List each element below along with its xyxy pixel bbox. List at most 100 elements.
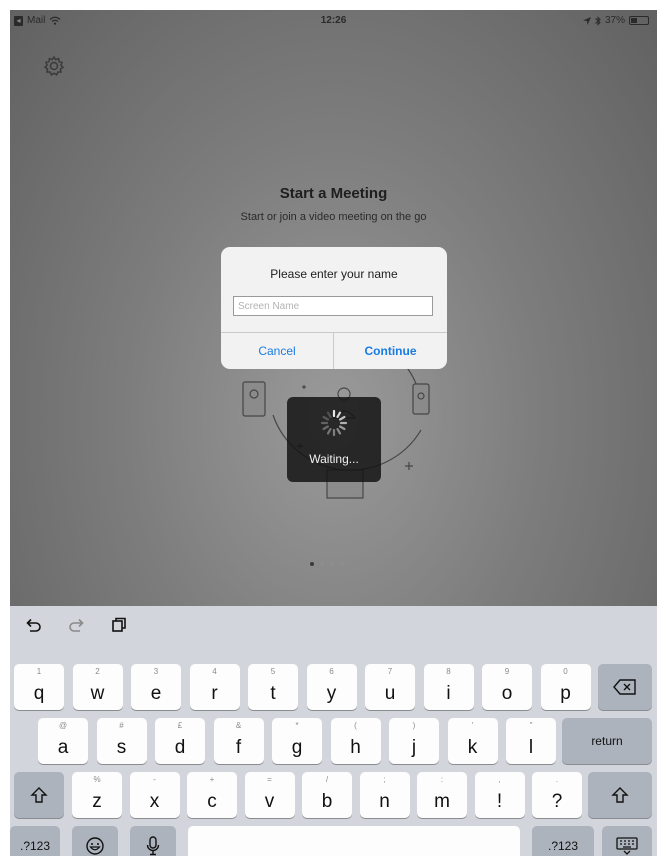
- key-alt-label: ,: [498, 775, 501, 784]
- return-key-label: return: [591, 734, 623, 748]
- numbers-key-left[interactable]: .?123: [10, 826, 60, 856]
- shift-key-right[interactable]: [588, 772, 652, 818]
- emoji-key[interactable]: [72, 826, 118, 856]
- key-h[interactable]: (h: [330, 718, 381, 764]
- key-label: !: [496, 791, 503, 812]
- cancel-button[interactable]: Cancel: [221, 333, 333, 369]
- app-screen: ◂ Mail 12:26 37% Start a Meeting Start o…: [10, 10, 657, 856]
- key-r[interactable]: 4r: [189, 664, 240, 710]
- key-v[interactable]: = v: [244, 772, 295, 818]
- undo-icon[interactable]: [24, 616, 42, 634]
- key-label: i: [446, 683, 451, 704]
- key-label: j: [411, 737, 417, 758]
- key-alt-label: ): [412, 721, 416, 730]
- key-label: g: [291, 737, 303, 758]
- key-label: v: [264, 791, 275, 812]
- shift-icon: [611, 787, 629, 803]
- page-dot[interactable]: [320, 562, 324, 566]
- backspace-icon: [613, 679, 636, 695]
- return-key[interactable]: return: [562, 718, 652, 764]
- dictation-key[interactable]: [130, 826, 176, 856]
- key-alt-label: 5: [270, 667, 276, 676]
- key-alt-label: £: [177, 721, 183, 730]
- key-n[interactable]: ; n: [359, 772, 410, 818]
- key-label: r: [211, 683, 218, 704]
- key-punct-8[interactable]: .?: [532, 772, 582, 818]
- key-g[interactable]: * g: [272, 718, 322, 764]
- key-c[interactable]: + c: [187, 772, 237, 818]
- key-j[interactable]: ) j: [389, 718, 439, 764]
- key-i[interactable]: 8i: [423, 664, 474, 710]
- key-p[interactable]: 0p: [540, 664, 591, 710]
- key-alt-label: -: [153, 775, 156, 784]
- redo-icon[interactable]: [68, 616, 86, 634]
- key-d[interactable]: £ d: [155, 718, 205, 764]
- key-label: w: [90, 683, 105, 704]
- keyboard-hide-icon: [616, 837, 638, 855]
- page-indicator[interactable]: [310, 562, 344, 566]
- numbers-key-right[interactable]: .?123: [532, 826, 594, 856]
- key-alt-label: ': [471, 721, 474, 730]
- shift-key-left[interactable]: [14, 772, 64, 818]
- key-label: y: [326, 683, 337, 704]
- key-label: l: [528, 737, 534, 758]
- clipboard-icon[interactable]: [110, 616, 128, 634]
- location-icon: [582, 16, 591, 25]
- key-alt-label: :: [440, 775, 444, 784]
- key-b[interactable]: / b: [302, 772, 352, 818]
- screen-name-input[interactable]: [233, 296, 433, 316]
- key-f[interactable]: & f: [213, 718, 264, 764]
- key-label: z: [92, 791, 102, 812]
- gear-icon[interactable]: [42, 54, 66, 78]
- key-label: e: [150, 683, 162, 704]
- page-subtitle: Start or join a video meeting on the go: [240, 211, 427, 223]
- key-alt-label: 8: [446, 667, 451, 676]
- key-alt-label: &: [235, 721, 242, 730]
- microphone-icon: [146, 836, 160, 856]
- page-dot[interactable]: [310, 562, 314, 566]
- key-label: p: [560, 683, 571, 704]
- key-l[interactable]: " l: [506, 718, 556, 764]
- waiting-indicator: Waiting...: [287, 397, 381, 482]
- key-label: u: [384, 683, 396, 704]
- page-dot[interactable]: [340, 562, 344, 566]
- key-w[interactable]: 2w: [72, 664, 123, 710]
- name-dialog: Please enter your name Cancel Continue: [221, 247, 447, 369]
- key-e[interactable]: 3e: [131, 664, 181, 710]
- hide-keyboard-key[interactable]: [602, 826, 652, 856]
- space-key[interactable]: [188, 826, 520, 856]
- key-alt-label: ": [529, 721, 533, 730]
- key-alt-label: 1: [36, 667, 42, 676]
- page-dot[interactable]: [330, 562, 334, 566]
- continue-button[interactable]: Continue: [334, 333, 447, 369]
- key-s[interactable]: # s: [96, 718, 147, 764]
- key-label: t: [270, 683, 276, 704]
- key-punct-7[interactable]: ,!: [474, 772, 525, 818]
- key-q[interactable]: 1q: [14, 664, 64, 710]
- key-label: n: [379, 791, 390, 812]
- key-label: x: [149, 791, 160, 812]
- key-o[interactable]: 9o: [482, 664, 532, 710]
- key-label: k: [467, 737, 478, 758]
- key-t[interactable]: 5t: [248, 664, 298, 710]
- key-alt-label: /: [325, 775, 329, 784]
- key-label: b: [321, 791, 333, 812]
- key-m[interactable]: :m: [417, 772, 467, 818]
- key-label: h: [350, 737, 361, 758]
- key-alt-label: 7: [387, 667, 393, 676]
- key-alt-label: 0: [563, 667, 568, 676]
- key-x[interactable]: -x: [129, 772, 180, 818]
- keyboard: 1q2w3e4r5t6y7u8i9o0p @ a # s £ d & f * g(h) j ' k " l …: [10, 606, 657, 856]
- key-a[interactable]: @ a: [38, 718, 88, 764]
- dialog-title: Please enter your name: [270, 267, 398, 281]
- key-alt-label: #: [119, 721, 124, 730]
- key-u[interactable]: 7u: [365, 664, 415, 710]
- key-alt-label: 4: [212, 667, 217, 676]
- delete-key[interactable]: [598, 664, 652, 710]
- clock: 12:26: [320, 15, 347, 26]
- key-z[interactable]: % z: [72, 772, 122, 818]
- key-label: s: [116, 737, 127, 758]
- key-y[interactable]: 6y: [306, 664, 357, 710]
- key-alt-label: (: [354, 721, 357, 730]
- key-k[interactable]: ' k: [447, 718, 498, 764]
